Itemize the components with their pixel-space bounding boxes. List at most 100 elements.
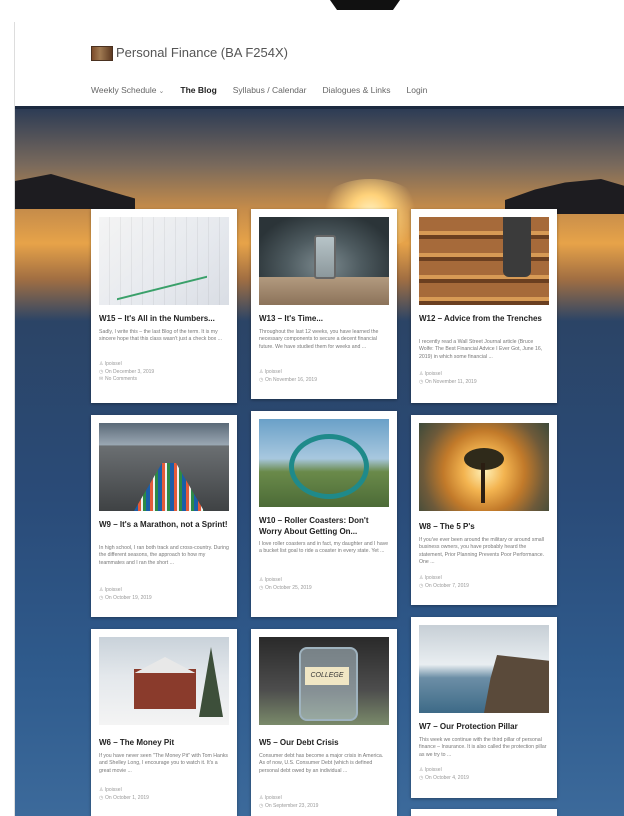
post-card[interactable]: W10 – Roller Coasters: Don't Worry About… xyxy=(251,411,397,617)
post-date: On October 1, 2019 xyxy=(105,794,149,801)
post-card[interactable]: W8 – The 5 P's If you've ever been aroun… xyxy=(411,415,557,605)
stock-chart-icon[interactable] xyxy=(99,217,229,305)
house-icon[interactable] xyxy=(99,637,229,725)
date-line: ◷ On September 23, 2019 xyxy=(259,803,389,811)
comments-line[interactable]: ✉ No Comments xyxy=(99,376,229,384)
nav-login[interactable]: Login xyxy=(407,85,428,95)
site-header: Personal Finance (BA F254X) Weekly Sched… xyxy=(15,22,624,106)
date-line: ◷ On November 11, 2019 xyxy=(419,379,549,387)
date-line: ◷ On December 3, 2019 xyxy=(99,369,229,377)
author-line[interactable]: ♙ lpoissel xyxy=(99,587,229,595)
date-line: ◷ On October 4, 2019 xyxy=(419,775,549,783)
post-comments: No Comments xyxy=(105,376,137,382)
hero-background: W15 – It's All in the Numbers... Sadly, … xyxy=(15,109,624,816)
post-meta: ♙ lpoissel ◷ On December 3, 2019 ✉ No Comme… xyxy=(99,361,229,384)
post-card[interactable]: W13 – It's Time... Throughout the last 1… xyxy=(251,209,397,399)
post-card[interactable]: W15 – It's All in the Numbers... Sadly, … xyxy=(91,209,237,403)
author-line[interactable]: ♙ lpoissel xyxy=(259,795,389,803)
post-excerpt: This week we continue with the third pil… xyxy=(419,737,547,758)
date-line: ◷ On October 25, 2019 xyxy=(259,585,389,593)
post-author: lpoissel xyxy=(425,371,442,377)
post-card[interactable]: W9 – It's a Marathon, not a Sprint! In h… xyxy=(91,415,237,617)
post-meta: ♙ lpoissel ◷ On October 4, 2019 xyxy=(419,767,549,782)
college-jar-icon[interactable]: COLLEGE xyxy=(259,637,389,725)
post-excerpt: I recently read a Wall Street Journal ar… xyxy=(419,339,543,360)
browser-page: Personal Finance (BA F254X) Weekly Sched… xyxy=(0,0,624,816)
post-excerpt: I love roller coasters and in fact, my d… xyxy=(259,541,389,555)
post-meta: ♙ lpoissel ◷ On November 11, 2019 xyxy=(419,371,549,386)
nav-label: Weekly Schedule xyxy=(91,85,157,95)
post-author: lpoissel xyxy=(425,767,442,773)
nav-dialogues-links[interactable]: Dialogues & Links xyxy=(322,85,390,95)
date-line: ◷ On October 7, 2019 xyxy=(419,583,549,591)
post-excerpt: If you have never seen "The Money Pit" w… xyxy=(99,753,229,774)
post-title[interactable]: W13 – It's Time... xyxy=(259,313,389,324)
post-title[interactable]: W10 – Roller Coasters: Don't Worry About… xyxy=(259,515,389,537)
post-title[interactable]: W6 – The Money Pit xyxy=(99,737,229,748)
date-line: ◷ On October 1, 2019 xyxy=(99,795,229,803)
cliff xyxy=(484,655,549,713)
coaster-loop xyxy=(289,434,369,499)
site-title[interactable]: Personal Finance (BA F254X) xyxy=(116,45,288,60)
post-title[interactable]: W15 – It's All in the Numbers... xyxy=(99,313,229,324)
post-meta: ♙ lpoissel ◷ On October 1, 2019 xyxy=(99,787,229,802)
post-card-partial[interactable] xyxy=(411,809,557,816)
site-frame: Personal Finance (BA F254X) Weekly Sched… xyxy=(14,22,624,816)
author-line[interactable]: ♙ lpoissel xyxy=(259,369,389,377)
post-excerpt: In high school, I ran both track and cro… xyxy=(99,545,229,566)
main-nav: Weekly Schedule ⌄ The Blog Syllabus / Cal… xyxy=(91,85,427,95)
stairs-icon[interactable] xyxy=(419,217,549,305)
marathon-icon[interactable] xyxy=(99,423,229,511)
post-card[interactable]: COLLEGE W5 – Our Debt Crisis Consumer de… xyxy=(251,629,397,816)
hourglass-icon[interactable] xyxy=(259,217,389,305)
author-line[interactable]: ♙ lpoissel xyxy=(419,767,549,775)
post-meta: ♙ lpoissel ◷ On September 23, 2019 xyxy=(259,795,389,810)
post-meta: ♙ lpoissel ◷ On October 19, 2019 xyxy=(99,587,229,602)
nav-syllabus-calendar[interactable]: Syllabus / Calendar xyxy=(233,85,307,95)
nav-weekly-schedule[interactable]: Weekly Schedule ⌄ xyxy=(91,85,164,95)
post-date: On November 16, 2019 xyxy=(265,376,317,383)
runners xyxy=(134,463,204,511)
author-line[interactable]: ♙ lpoissel xyxy=(259,577,389,585)
post-date: On October 19, 2019 xyxy=(105,594,152,601)
post-author: lpoissel xyxy=(265,369,282,375)
jar-label: COLLEGE xyxy=(305,667,349,685)
post-card[interactable]: W7 – Our Protection Pillar This week we … xyxy=(411,617,557,798)
roller-coaster-icon[interactable] xyxy=(259,419,389,507)
post-excerpt: Consumer debt has become a major crisis … xyxy=(259,753,384,774)
post-meta: ♙ lpoissel ◷ On November 16, 2019 xyxy=(259,369,389,384)
post-excerpt: If you've ever been around the military … xyxy=(419,537,545,566)
author-line[interactable]: ♙ lpoissel xyxy=(99,361,229,369)
date-line: ◷ On October 19, 2019 xyxy=(99,595,229,603)
author-line[interactable]: ♙ lpoissel xyxy=(419,575,549,583)
post-card[interactable]: W12 – Advice from the Trenches I recentl… xyxy=(411,209,557,403)
nav-the-blog[interactable]: The Blog xyxy=(180,85,216,95)
author-line[interactable]: ♙ lpoissel xyxy=(99,787,229,795)
post-author: lpoissel xyxy=(105,361,122,367)
post-title[interactable]: W7 – Our Protection Pillar xyxy=(419,721,549,732)
hourglass xyxy=(314,235,336,279)
post-excerpt: Sadly, I write this – the last Blog of t… xyxy=(99,329,222,343)
post-date: On December 3, 2019 xyxy=(105,368,155,375)
post-title[interactable]: W8 – The 5 P's xyxy=(419,521,549,532)
tree-sunset-icon[interactable] xyxy=(419,423,549,511)
post-date: On October 4, 2019 xyxy=(425,774,469,781)
post-author: lpoissel xyxy=(265,795,282,801)
post-title[interactable]: W12 – Advice from the Trenches xyxy=(419,313,549,324)
post-date: On November 11, 2019 xyxy=(425,378,477,385)
post-card[interactable]: W6 – The Money Pit If you have never see… xyxy=(91,629,237,816)
tree-trunk xyxy=(481,463,485,503)
post-meta: ♙ lpoissel ◷ On October 7, 2019 xyxy=(419,575,549,590)
author-line[interactable]: ♙ lpoissel xyxy=(419,371,549,379)
left-island-silhouette xyxy=(15,174,135,209)
post-title[interactable]: W9 – It's a Marathon, not a Sprint! xyxy=(99,519,229,530)
chevron-down-icon: ⌄ xyxy=(158,88,165,95)
top-cropped-logo-fragment xyxy=(330,0,400,10)
post-meta: ♙ lpoissel ◷ On October 25, 2019 xyxy=(259,577,389,592)
cliff-jump-icon[interactable] xyxy=(419,625,549,713)
post-title[interactable]: W5 – Our Debt Crisis xyxy=(259,737,389,748)
post-author: lpoissel xyxy=(425,575,442,581)
site-logo-icon[interactable] xyxy=(91,46,113,61)
house-body xyxy=(134,669,196,709)
post-date: On September 23, 2019 xyxy=(265,802,319,809)
